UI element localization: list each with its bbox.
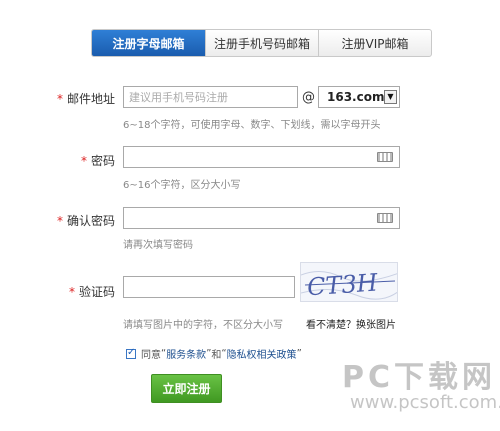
at-sign: @ (302, 90, 315, 105)
tab-vip-email[interactable]: 注册VIP邮箱 (319, 30, 431, 56)
required-mark: * (57, 92, 63, 106)
password-hint: 6~16个字符，区分大小写 (123, 180, 241, 191)
domain-select[interactable]: 163.com ▼ (318, 86, 400, 108)
signup-type-tabs: 注册字母邮箱 注册手机号码邮箱 注册VIP邮箱 (91, 29, 432, 57)
captcha-image[interactable]: CT3H (300, 262, 398, 302)
privacy-policy-link[interactable]: 隐私权相关政策 (227, 346, 297, 361)
confirm-password-label: * 确认密码 (57, 214, 116, 228)
register-button[interactable]: 立即注册 (151, 374, 222, 403)
captcha-field[interactable] (123, 276, 295, 298)
confirm-password-field[interactable] (123, 207, 400, 229)
chevron-down-icon[interactable]: ▼ (384, 90, 397, 104)
captcha-label: * 验证码 (69, 285, 116, 299)
email-field[interactable]: 建议用手机号码注册 (123, 86, 298, 108)
captcha-hint: 请填写图片中的字符，不区分大小写 (123, 320, 283, 331)
confirm-password-hint: 请再次填写密码 (123, 240, 193, 251)
required-mark: * (69, 285, 75, 299)
email-placeholder: 建议用手机号码注册 (129, 91, 228, 104)
agreement-row: 同意 “服务条款” 和 “隐私权相关政策” (126, 346, 302, 361)
keyboard-icon[interactable] (377, 213, 393, 223)
keyboard-icon[interactable] (377, 152, 393, 162)
agree-and: 和 (211, 350, 222, 361)
refresh-captcha-link[interactable]: 看不清楚？换张图片 (306, 316, 396, 331)
password-label: * 密码 (81, 154, 116, 168)
agree-prefix: 同意 (141, 350, 161, 361)
agree-checkbox[interactable] (126, 347, 136, 359)
terms-link[interactable]: 服务条款 (166, 346, 206, 361)
password-field[interactable] (123, 146, 400, 168)
watermark-url: www.pcsoft.com.cn (350, 392, 500, 413)
email-label: * 邮件地址 (57, 92, 116, 106)
watermark-title: PC下载网 (342, 360, 497, 395)
email-hint: 6~18个字符，可使用字母、数字、下划线，需以字母开头 (123, 120, 381, 131)
domain-value: 163.com (327, 90, 385, 104)
tab-mobile-email[interactable]: 注册手机号码邮箱 (206, 30, 319, 56)
required-mark: * (81, 154, 87, 168)
required-mark: * (57, 214, 63, 228)
tab-letter-email[interactable]: 注册字母邮箱 (92, 30, 206, 56)
